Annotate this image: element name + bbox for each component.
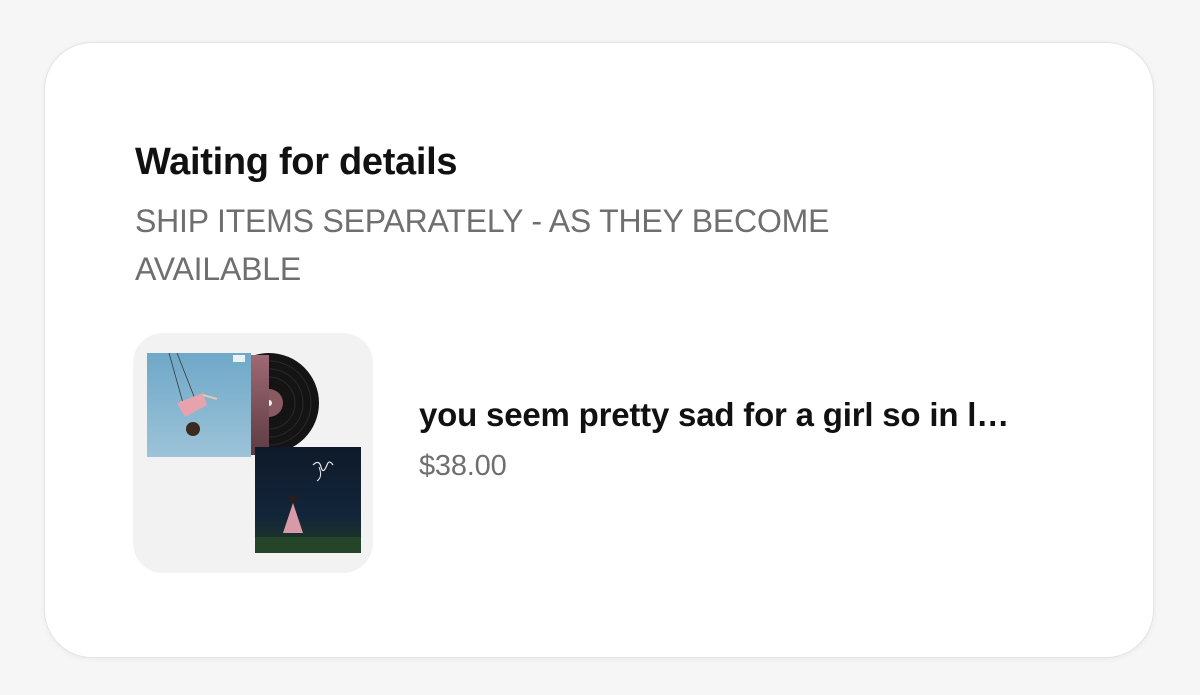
item-price: $38.00 [419, 450, 507, 482]
item-title[interactable]: you seem pretty sad for a girl so in l… [419, 396, 1079, 434]
status-title: Waiting for details [135, 141, 458, 183]
album-bundle-image [147, 352, 361, 553]
signed-print-art [255, 447, 361, 553]
item-info: you seem pretty sad for a girl so in l… … [419, 396, 1079, 483]
shipping-method-note: SHIP ITEMS SEPARATELY - AS THEY BECOME A… [135, 203, 830, 287]
album-cover-art [147, 352, 251, 457]
order-status-card: Waiting for details SHIP ITEMS SEPARATEL… [44, 42, 1154, 658]
product-thumbnail[interactable] [133, 333, 373, 573]
